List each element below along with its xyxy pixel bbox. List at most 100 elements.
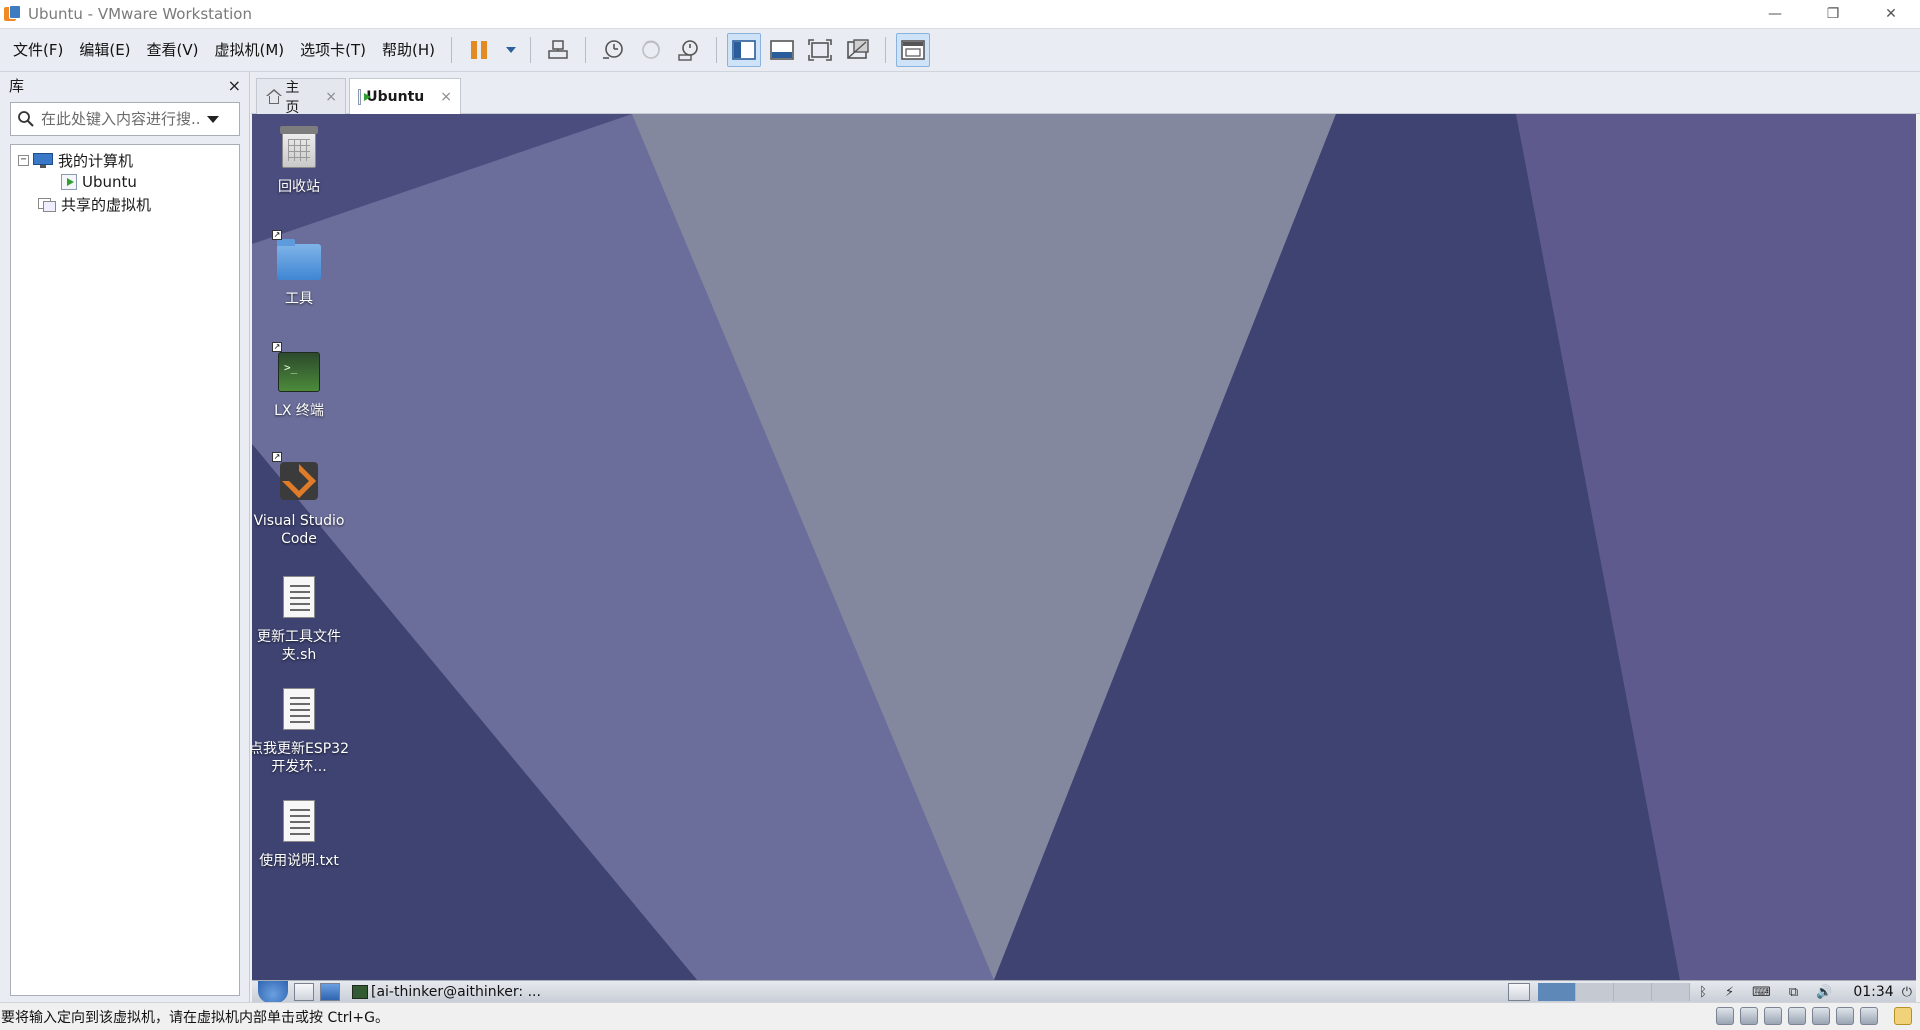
file-manager-launcher[interactable] [294,982,314,1001]
sound-card-icon[interactable] [1812,1007,1830,1025]
home-icon [265,88,282,105]
network-icon[interactable]: ⧉ [1789,985,1798,1000]
volume-icon[interactable]: 🔊 [1816,985,1832,1000]
revert-snapshot-icon [642,40,660,59]
display-icon[interactable] [1836,1007,1854,1025]
desktop-icon-vscode[interactable]: ↗ Visual Studio Code [252,452,354,548]
shortcut-arrow-icon: ↗ [272,230,282,240]
workspace-1[interactable] [1538,983,1577,1001]
vm-console-screen[interactable]: 回收站 ↗ 工具 >_ ↗ LX 终端 ↗ Visual Studio Code … [252,114,1916,980]
snapshot-icon [603,40,623,59]
library-search-input[interactable] [41,110,201,128]
fullscreen-icon [808,39,832,61]
thumbnail-bar-icon [770,40,794,60]
status-bar: 要将输入定向到该虚拟机，请在虚拟机内部单击或按 Ctrl+G。 [0,1002,1920,1030]
vscode-icon: ↗ [272,452,323,506]
guest-taskbar: [ai-thinker@aithinker: ... ᛒ ⚡ ⌨ ⧉ 🔊 01:… [252,980,1916,1003]
desktop-icon-label: 工具 [285,291,313,307]
tab-label: 主页 [285,79,300,116]
desktop-icon-esp32-script[interactable]: 点我更新ESP32开发环... [252,686,354,776]
pause-button[interactable] [462,33,496,67]
printer-icon[interactable] [1788,1007,1806,1025]
menu-tabs[interactable]: 选项卡(T) [292,28,374,72]
start-menu-button[interactable] [258,980,288,1003]
hard-disk-icon[interactable] [1716,1007,1734,1025]
terminal-icon [352,984,368,999]
tab-close-button[interactable]: × [325,89,337,105]
send-ctrl-alt-del-icon [548,40,568,59]
tree-item-ubuntu[interactable]: Ubuntu [11,171,239,193]
desktop-icon-label: Visual Studio Code [253,513,345,547]
desktop-icon-update-script[interactable]: 更新工具文件夹.sh [252,574,354,664]
power-dropdown-caret[interactable] [506,47,517,53]
restore-button[interactable]: ❐ [1804,0,1862,28]
library-title: 库 [9,76,25,95]
menu-vm[interactable]: 虚拟机(M) [207,28,293,72]
desktop-icon-label: LX 终端 [274,403,324,419]
close-window-button[interactable]: ✕ [1862,0,1920,28]
desktop-pager-icon[interactable] [1508,983,1531,1001]
menu-help[interactable]: 帮助(H) [374,28,443,72]
snapshot-manager-button[interactable] [672,33,706,67]
library-panel: 库 × − 我的计算机 Ubuntu 共享的虚拟机 [0,72,250,1002]
unity-button[interactable] [841,33,875,67]
toolbar-separator [585,37,587,63]
network-adapter-icon[interactable] [1764,1007,1782,1025]
desktop-icon-label: 更新工具文件夹.sh [257,629,341,663]
revert-snapshot-button[interactable] [634,33,668,67]
library-close-button[interactable]: × [228,76,241,95]
tab-close-button[interactable]: × [440,89,452,105]
toolbar-separator [451,37,453,63]
desktop-icon-tools-folder[interactable]: ↗ 工具 [252,230,354,308]
cd-dvd-icon[interactable] [1740,1007,1758,1025]
usb-device-icon[interactable] [1860,1007,1878,1025]
search-dropdown-icon[interactable] [207,115,219,123]
shutdown-icon[interactable]: ⏻ [1902,985,1912,1000]
desktop-icon-readme[interactable]: 使用说明.txt [252,798,354,870]
menu-edit[interactable]: 编辑(E) [71,28,138,72]
taskbar-right-area: ᛒ ⚡ ⌨ ⧉ 🔊 01:34 ⏻ [1502,981,1916,1003]
desktop-icon-label: 使用说明.txt [259,853,339,869]
terminal-icon: >_ ↗ [272,342,323,396]
desktop-icon-trash[interactable]: 回收站 [252,124,354,196]
browser-launcher[interactable] [320,982,340,1001]
taskbar-terminal-task[interactable]: [ai-thinker@aithinker: ... [352,984,541,1000]
taskbar-task-label: [ai-thinker@aithinker: ... [371,983,541,1000]
collapse-toggle-icon[interactable]: − [18,154,29,166]
pause-icon [471,41,488,59]
console-view-button[interactable] [896,33,931,67]
shared-vm-icon [38,196,56,212]
tree-item-shared-vms[interactable]: 共享的虚拟机 [11,193,239,215]
desktop-icon-terminal[interactable]: >_ ↗ LX 终端 [252,342,354,420]
send-ctrl-alt-del-button[interactable] [541,33,575,67]
clock[interactable]: 01:34 [1853,984,1893,1000]
thumbnail-bar-button[interactable] [765,33,799,67]
shortcut-arrow-icon: ↗ [272,342,282,352]
status-message: 要将输入定向到该虚拟机，请在虚拟机内部单击或按 Ctrl+G。 [1,1009,389,1026]
menu-toolbar: 文件(F) 编辑(E) 查看(V) 虚拟机(M) 选项卡(T) 帮助(H) [0,28,1920,72]
toolbar-separator [530,37,532,63]
menu-view[interactable]: 查看(V) [139,28,207,72]
tab-home[interactable]: 主页 × [256,78,346,116]
workspace-4[interactable] [1652,983,1691,1001]
workspace-3[interactable] [1614,983,1653,1001]
workspace-2[interactable] [1576,983,1615,1001]
tree-item-label: 共享的虚拟机 [61,195,152,214]
message-log-icon[interactable] [1894,1007,1912,1025]
fullscreen-button[interactable] [803,33,837,67]
console-view-icon [901,40,925,60]
show-library-button[interactable] [727,33,762,67]
library-search-box[interactable] [10,102,240,136]
menu-file[interactable]: 文件(F) [5,28,71,72]
power-icon[interactable]: ⚡ [1725,985,1734,1000]
tab-ubuntu[interactable]: Ubuntu × [349,78,461,115]
library-tree: − 我的计算机 Ubuntu 共享的虚拟机 [10,144,240,996]
search-icon [11,110,41,128]
unity-icon [847,39,869,59]
minimize-button[interactable]: — [1746,0,1804,28]
keyboard-icon[interactable]: ⌨ [1752,985,1771,1000]
bluetooth-icon[interactable]: ᛒ [1699,985,1707,1000]
tree-item-my-computer[interactable]: − 我的计算机 [11,149,239,171]
take-snapshot-button[interactable] [596,33,630,67]
window-controls: — ❐ ✕ [1746,0,1920,28]
